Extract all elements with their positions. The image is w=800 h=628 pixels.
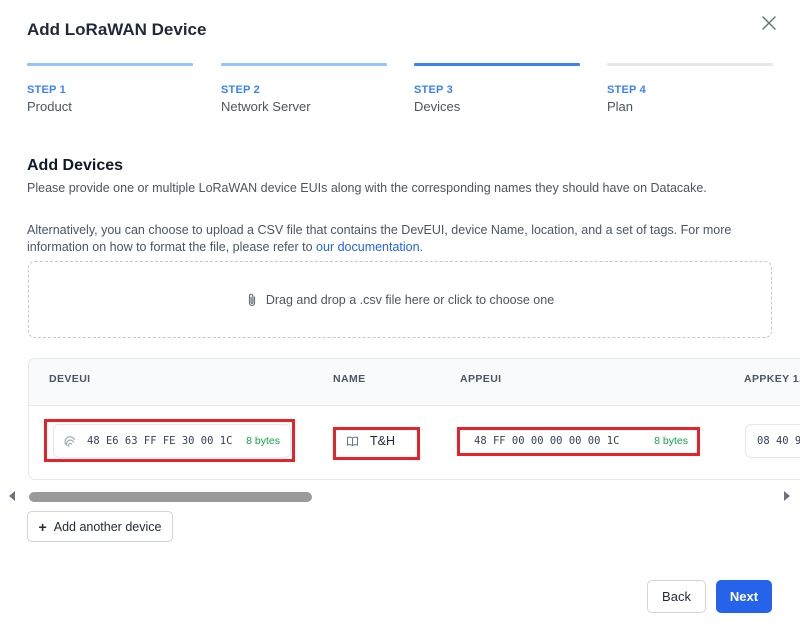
close-icon[interactable] (760, 14, 778, 32)
step-bar (27, 63, 193, 66)
step-number: STEP 2 (221, 84, 260, 96)
dropzone-text: Drag and drop a .csv file here or click … (265, 292, 555, 307)
appkey-input[interactable]: 08 40 9 (745, 424, 800, 458)
step-label: Devices (414, 99, 461, 114)
plus-icon: + (38, 518, 47, 535)
csv-instructions: Alternatively, you can choose to upload … (27, 222, 767, 256)
csv-dropzone[interactable]: Drag and drop a .csv file here or click … (28, 261, 772, 338)
scroll-right-icon[interactable] (784, 491, 790, 501)
scroll-left-icon[interactable] (9, 491, 15, 501)
back-button[interactable]: Back (647, 580, 706, 613)
header-appkey: APPKEY 1. (744, 373, 800, 385)
table-header: DEVEUI NAME APPEUI APPKEY 1. (29, 359, 800, 406)
stepper: STEP 1 Product STEP 2 Network Server STE… (27, 63, 773, 114)
step-label: Plan (607, 99, 634, 114)
highlight-appeui (457, 427, 700, 456)
step-devices[interactable]: STEP 3 Devices (414, 63, 580, 114)
add-device-label: Add another device (53, 519, 162, 534)
section-title: Add Devices (27, 157, 124, 174)
csv-instructions-end: . (419, 240, 424, 254)
step-network-server[interactable]: STEP 2 Network Server (221, 63, 387, 114)
documentation-link[interactable]: our documentation (316, 240, 420, 254)
step-bar (607, 63, 773, 66)
step-plan: STEP 4 Plan (607, 63, 773, 114)
step-product[interactable]: STEP 1 Product (27, 63, 193, 114)
section-description: Please provide one or multiple LoRaWAN d… (27, 181, 707, 195)
paperclip-icon (248, 293, 255, 306)
dialog-title: Add LoRaWAN Device (27, 20, 207, 39)
step-label: Network Server (221, 99, 311, 114)
highlight-name (333, 427, 420, 460)
step-bar (221, 63, 387, 66)
header-name: NAME (333, 373, 366, 385)
step-bar (414, 63, 580, 66)
scrollbar-thumb[interactable] (29, 492, 312, 502)
header-appeui: APPEUI (460, 373, 502, 385)
step-number: STEP 3 (414, 84, 453, 96)
add-another-device-button[interactable]: + Add another device (27, 511, 173, 542)
horizontal-scrollbar[interactable] (0, 488, 800, 504)
step-label: Product (27, 99, 72, 114)
step-number: STEP 1 (27, 84, 66, 96)
header-deveui: DEVEUI (49, 373, 91, 385)
next-button[interactable]: Next (716, 580, 772, 613)
appkey-value: 08 40 9 (757, 435, 800, 447)
step-number: STEP 4 (607, 84, 646, 96)
highlight-deveui (44, 419, 295, 462)
